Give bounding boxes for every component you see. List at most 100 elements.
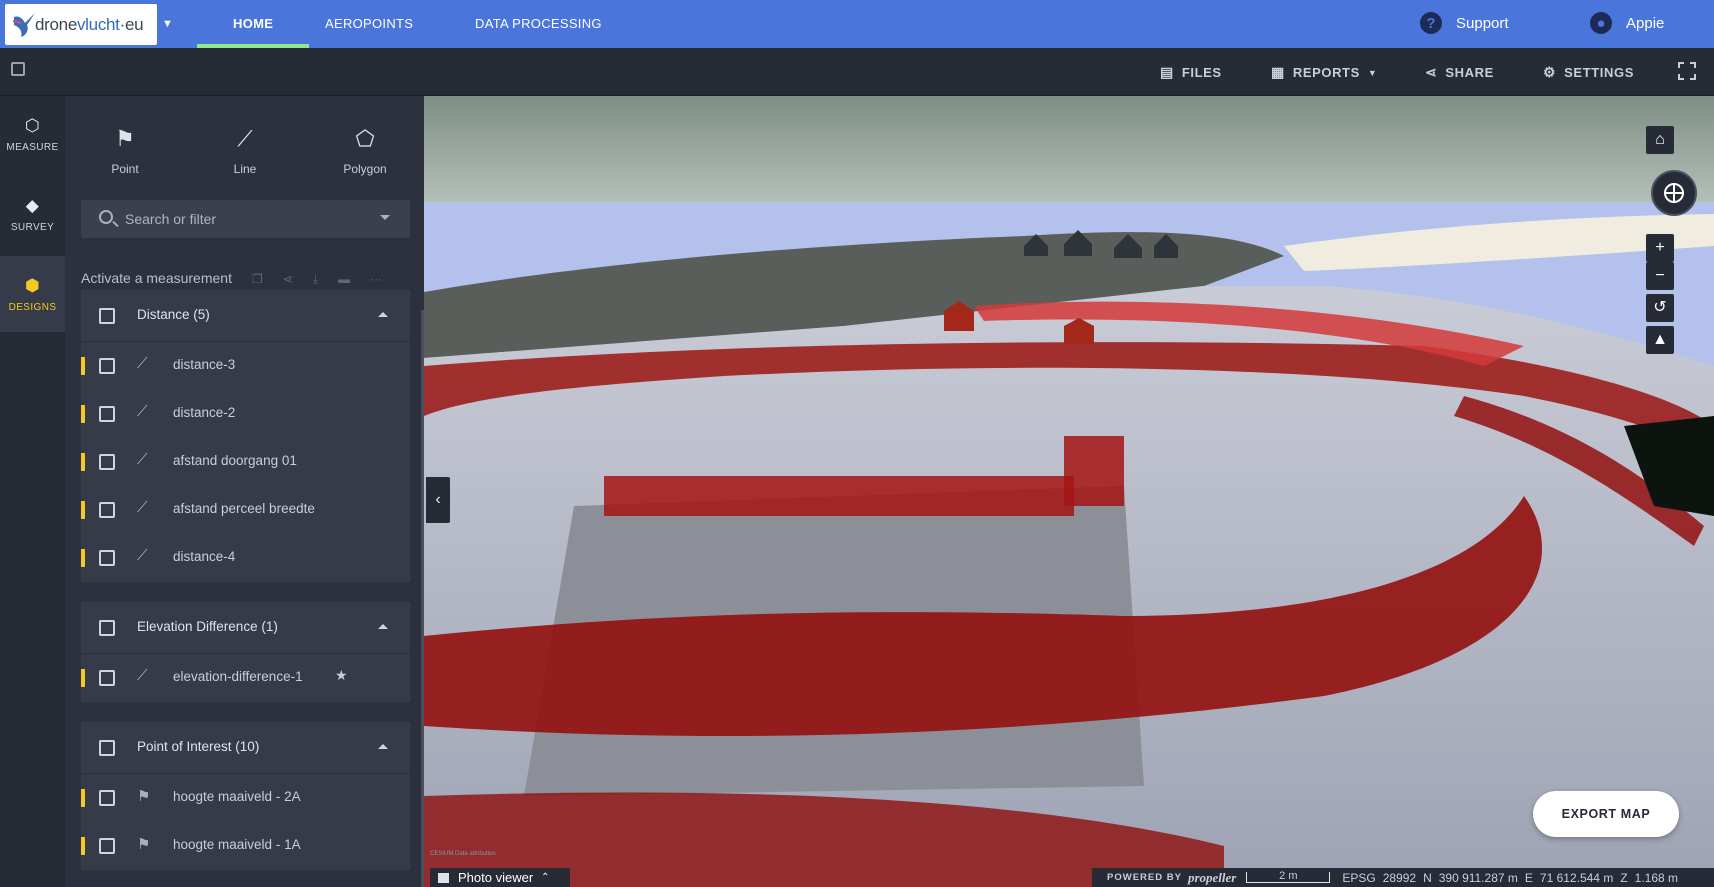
home-view-button[interactable]: ⌂	[1646, 126, 1674, 154]
settings-button[interactable]: ⚙ SETTINGS	[1543, 64, 1634, 81]
line-icon: ⟋	[137, 499, 148, 516]
terrain-button[interactable]: ▲	[1646, 326, 1674, 354]
color-bar	[81, 357, 85, 375]
group-header[interactable]: Elevation Difference (1)	[81, 602, 410, 654]
polygon-tool-label: Polygon	[343, 162, 387, 176]
files-button[interactable]: ▤ FILES	[1160, 64, 1222, 81]
color-bar	[81, 669, 85, 687]
share-button[interactable]: ⋖ SHARE	[1425, 64, 1494, 81]
map-toolbar: ▤ FILES ▦ REPORTS ▼ ⋖ SHARE ⚙ SETTINGS	[0, 48, 1714, 96]
more-icon[interactable]: ···	[370, 272, 382, 287]
star-icon[interactable]: ★	[335, 667, 348, 684]
expand-panel-icon[interactable]	[11, 62, 25, 76]
list-item[interactable]: ⟋ afstand perceel breedte	[81, 486, 410, 534]
support-label: Support	[1456, 14, 1509, 32]
plus-icon: +	[1655, 239, 1665, 256]
download-icon[interactable]: ⤓	[313, 272, 318, 287]
rail-measure[interactable]: ⬡ MEASURE	[0, 96, 65, 172]
polygon-tool[interactable]: ⬠ Polygon	[325, 126, 405, 176]
report-icon: ▦	[1271, 64, 1285, 80]
item-checkbox[interactable]	[99, 454, 115, 470]
settings-label: SETTINGS	[1564, 65, 1634, 80]
color-bar	[81, 453, 85, 471]
item-checkbox[interactable]	[99, 502, 115, 518]
export-map-button[interactable]: EXPORT MAP	[1533, 791, 1679, 837]
z-value: 1.168 m	[1634, 870, 1679, 885]
group-checkbox[interactable]	[99, 740, 115, 756]
collapse-panel-button[interactable]: ‹	[426, 477, 450, 523]
group-checkbox[interactable]	[99, 308, 115, 324]
item-checkbox[interactable]	[99, 790, 115, 806]
chevron-up-icon: ⌃	[541, 872, 550, 883]
chevron-up-icon[interactable]	[378, 312, 388, 317]
point-cloud-scene	[424, 96, 1714, 887]
fullscreen-icon[interactable]	[1678, 62, 1696, 80]
list-item[interactable]: ⟋ distance-2	[81, 390, 410, 438]
support-link[interactable]: ? Support	[1420, 12, 1509, 34]
tab-aeropoints[interactable]: AEROPOINTS	[325, 0, 413, 48]
item-label: distance-3	[173, 357, 236, 372]
share-icon[interactable]: ⋖	[283, 272, 293, 287]
item-checkbox[interactable]	[99, 406, 115, 422]
group-header[interactable]: Distance (5)	[81, 290, 410, 342]
left-rail: ⬡ MEASURE ◆ SURVEY ⬢ DESIGNS	[0, 96, 65, 887]
user-name: Appie	[1626, 14, 1665, 32]
cube-icon: ⬢	[24, 276, 41, 295]
line-tool[interactable]: ⟋ Line	[205, 126, 285, 176]
tab-data-processing[interactable]: DATA PROCESSING	[475, 0, 602, 48]
flag-icon: ⚑	[137, 836, 151, 853]
map-attribution[interactable]: CESIUM Data attribution	[430, 851, 496, 857]
chevron-up-icon[interactable]	[378, 744, 388, 749]
point-tool-label: Point	[111, 162, 139, 176]
list-item[interactable]: ⟋ distance-3	[81, 342, 410, 390]
item-checkbox[interactable]	[99, 358, 115, 374]
rail-survey[interactable]: ◆ SURVEY	[0, 176, 65, 252]
measurement-actions: ❐ ⋖ ⤓ ▬ ···	[252, 272, 382, 287]
copy-icon[interactable]: ❐	[252, 272, 263, 287]
hummingbird-logo-icon	[12, 12, 35, 37]
compass-navigator[interactable]	[1651, 170, 1697, 216]
list-item[interactable]: ⚑ hoogte maaiveld - 1A	[81, 822, 410, 870]
search-filter[interactable]	[81, 200, 410, 238]
line-icon: ⟋	[137, 403, 148, 420]
item-checkbox[interactable]	[99, 550, 115, 566]
user-menu[interactable]: ● Appie	[1590, 12, 1664, 34]
measurements-panel: ⚑ Point ⟋ Line ⬠ Polygon Activate a meas…	[65, 96, 424, 887]
rail-designs-label: DESIGNS	[8, 302, 57, 313]
search-input[interactable]	[125, 208, 365, 230]
reports-button[interactable]: ▦ REPORTS ▼	[1271, 64, 1377, 81]
tab-home[interactable]: HOME	[196, 0, 310, 48]
delete-icon[interactable]: ▬	[338, 272, 350, 287]
list-item[interactable]: ⟋ elevation-difference-1 ★	[81, 654, 410, 702]
share-label: SHARE	[1445, 65, 1494, 80]
scale-bar: 2 m	[1246, 871, 1331, 883]
photo-viewer-label: Photo viewer	[458, 870, 534, 885]
group-checkbox[interactable]	[99, 620, 115, 636]
layers-icon: ◆	[25, 196, 40, 215]
item-checkbox[interactable]	[99, 838, 115, 854]
reset-rotation-button[interactable]: ↺	[1646, 294, 1674, 322]
flag-icon: ⚑	[115, 126, 135, 151]
item-checkbox[interactable]	[99, 670, 115, 686]
rail-designs[interactable]: ⬢ DESIGNS	[0, 256, 65, 332]
polygon-icon: ⬠	[355, 126, 375, 151]
chevron-up-icon[interactable]	[378, 624, 388, 629]
item-label: distance-4	[173, 549, 236, 564]
powered-by-label: POWERED BY	[1107, 872, 1182, 883]
list-item[interactable]: ⟋ distance-4	[81, 534, 410, 582]
point-tool[interactable]: ⚑ Point	[85, 126, 165, 176]
group-header[interactable]: Point of Interest (10)	[81, 722, 410, 774]
zoom-out-button[interactable]: −	[1646, 262, 1674, 290]
propeller-logo: propeller	[1187, 869, 1237, 885]
color-bar	[81, 405, 85, 423]
search-icon	[99, 210, 113, 224]
photo-viewer-toggle[interactable]: Photo viewer ⌃	[430, 868, 570, 887]
chevron-down-icon[interactable]	[380, 215, 390, 220]
list-item[interactable]: ⚑ hoogte maaiveld - 2A	[81, 774, 410, 822]
user-icon: ●	[1590, 12, 1612, 34]
logo[interactable]: dronevlucht·eu	[5, 4, 157, 45]
list-item[interactable]: ⟋ afstand doorgang 01	[81, 438, 410, 486]
zoom-in-button[interactable]: +	[1646, 234, 1674, 262]
chevron-down-icon[interactable]: ▼	[162, 18, 173, 30]
map-viewport[interactable]: ⌂ + − ↺ ▲ EXPORT MAP	[424, 96, 1714, 887]
